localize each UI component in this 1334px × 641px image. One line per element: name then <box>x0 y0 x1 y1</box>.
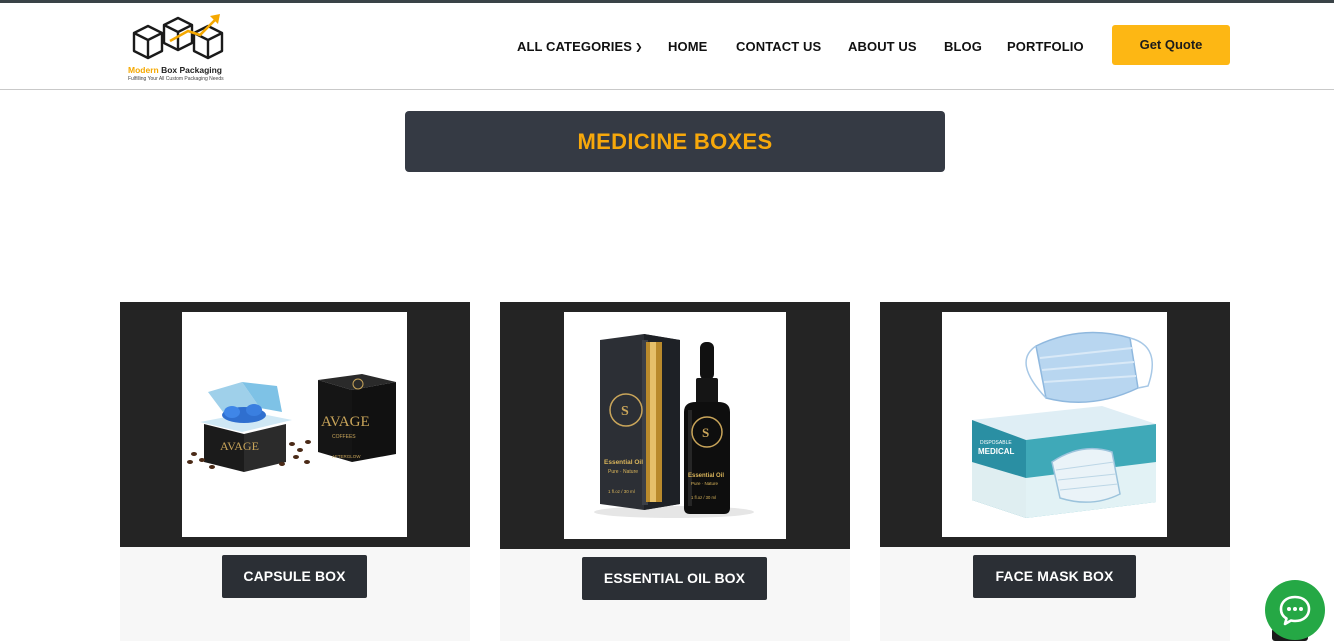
nav-contact-us[interactable]: CONTACT US <box>736 39 821 54</box>
capsule-box-button[interactable]: CAPSULE BOX <box>222 555 367 598</box>
page-title: MEDICINE BOXES <box>405 111 945 172</box>
product-card-capsule-box: AVAGE AVAGE COFFEES AFTERGLOW CAPSULE BO… <box>120 302 470 641</box>
capsule-sub: COFFEES <box>332 434 356 440</box>
nav-all-categories-label: ALL CATEGORIES <box>517 39 633 54</box>
nav-all-categories[interactable]: ALL CATEGORIES ❯ <box>517 39 643 54</box>
nav-portfolio[interactable]: PORTFOLIO <box>1007 39 1084 54</box>
oil-bottle-logo-letter: S <box>702 425 709 440</box>
site-logo[interactable]: Modern Box Packaging Fulfilling Your All… <box>128 11 238 87</box>
mask-box-line2: MEDICAL <box>978 447 1015 456</box>
logo-tagline: Fulfilling Your All Custom Packaging Nee… <box>128 76 224 82</box>
get-quote-button[interactable]: Get Quote <box>1112 25 1230 65</box>
capsule-brand-right: AVAGE <box>321 414 370 430</box>
oil-box-line1: Essential Oil <box>604 459 643 466</box>
oil-bottle-line3: 1 fl.oz / 30 ml <box>691 495 716 500</box>
logo-name: Modern Box Packaging <box>128 65 223 75</box>
capsule-bottom: AFTERGLOW <box>332 454 361 459</box>
nav-home[interactable]: HOME <box>668 39 707 54</box>
product-card-face-mask-box: DISPOSABLE MEDICAL FACE MASK BOX <box>880 302 1230 641</box>
chat-bubble-icon <box>1279 595 1311 626</box>
product-card-essential-oil-box: S Essential Oil Pure · Nature 1 fl.oz / … <box>500 302 850 641</box>
capsule-box-image[interactable]: AVAGE AVAGE COFFEES AFTERGLOW <box>182 312 407 537</box>
essential-oil-box-image[interactable]: S Essential Oil Pure · Nature 1 fl.oz / … <box>564 312 786 539</box>
oil-bottle-line2: Pure · Nature <box>691 481 719 486</box>
essential-oil-box-button[interactable]: ESSENTIAL OIL BOX <box>582 557 767 600</box>
capsule-brand-left: AVAGE <box>220 439 259 453</box>
chevron-down-icon: ❯ <box>635 42 643 52</box>
oil-box-logo-letter: S <box>621 404 629 419</box>
face-mask-box-button[interactable]: FACE MASK BOX <box>973 555 1136 598</box>
face-mask-box-image[interactable]: DISPOSABLE MEDICAL <box>942 312 1167 537</box>
mask-box-line1: DISPOSABLE <box>980 440 1012 446</box>
site-header: Modern Box Packaging Fulfilling Your All… <box>0 3 1334 90</box>
cube-boxes-logo-icon <box>132 14 224 60</box>
chat-button[interactable] <box>1265 580 1325 640</box>
oil-bottle-line1: Essential Oil <box>688 473 724 479</box>
oil-box-line3: 1 fl.oz / 30 ml <box>608 489 635 494</box>
nav-about-us[interactable]: ABOUT US <box>848 39 917 54</box>
oil-box-line2: Pure · Nature <box>608 469 638 475</box>
nav-blog[interactable]: BLOG <box>944 39 982 54</box>
